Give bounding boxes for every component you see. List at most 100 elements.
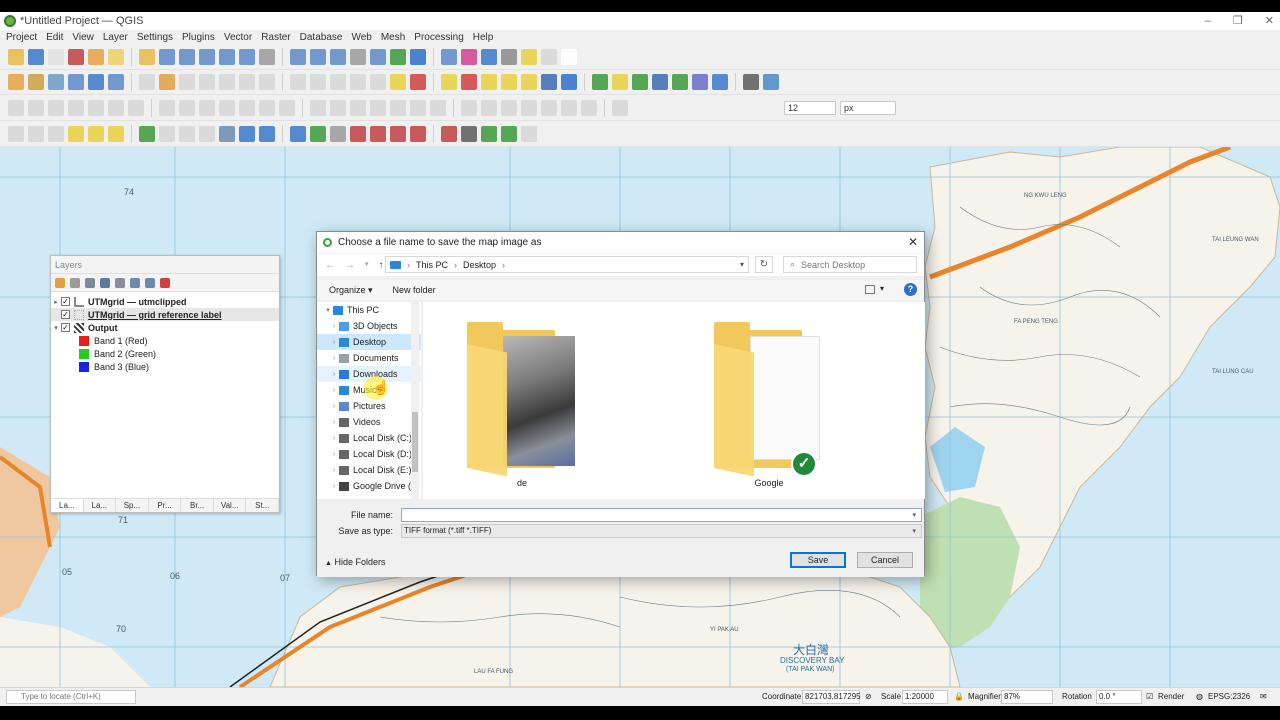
chevron-right-icon[interactable]: › [329,419,339,426]
toolbar-tool-icon[interactable] [350,49,366,65]
chevron-down-icon[interactable]: ▾ [365,260,369,271]
toolbar-tool-icon[interactable] [390,126,406,142]
toolbar-tool-icon[interactable] [8,74,24,90]
tab-validation[interactable]: Val... [214,499,247,512]
breadcrumb-this-pc[interactable]: This PC [416,260,448,270]
toolbar-tool-icon[interactable] [108,100,124,116]
remove-layer-icon[interactable] [160,277,170,288]
address-dropdown-icon[interactable]: ▾ [740,260,744,269]
toolbar-tool-icon[interactable] [48,74,64,90]
tab-statistics[interactable]: St... [246,499,280,512]
toolbar-tool-icon[interactable] [28,49,44,65]
toolbar-tool-icon[interactable] [330,100,346,116]
toolbar-tool-icon[interactable] [350,126,366,142]
lock-scale-icon[interactable]: ⊘ [865,692,872,701]
coordinate-field[interactable]: 821703,817295 [802,690,861,704]
toolbar-tool-icon[interactable] [259,49,275,65]
toolbar-tool-icon[interactable] [68,100,84,116]
toolbar-tool-icon[interactable] [159,100,175,116]
toolbar-tool-icon[interactable] [441,49,457,65]
toolbar-tool-icon[interactable] [370,74,386,90]
tab-browser[interactable]: Br... [181,499,214,512]
toolbar-tool-icon[interactable] [370,49,386,65]
toolbar-tool-icon[interactable] [128,100,144,116]
nav-item-documents[interactable]: › Documents [317,350,421,366]
filter-legend-icon[interactable] [100,277,110,288]
toolbar-tool-icon[interactable] [521,100,537,116]
nav-item-disk[interactable]: › Local Disk (E:) [317,462,421,478]
toolbar-tool-icon[interactable] [370,126,386,142]
toolbar-tool-icon[interactable] [612,74,628,90]
toolbar-tool-icon[interactable] [461,74,477,90]
toolbar-tool-icon[interactable] [159,74,175,90]
toolbar-tool-icon[interactable] [461,49,477,65]
toolbar-tool-icon[interactable] [239,49,255,65]
filter-expression-icon[interactable] [115,277,125,288]
chevron-down-icon[interactable]: ▾ [912,527,916,535]
toolbar-tool-icon[interactable] [330,126,346,142]
manage-map-themes-icon[interactable] [85,277,95,288]
toolbar-tool-icon[interactable] [259,126,275,142]
toolbar-tool-icon[interactable] [179,49,195,65]
tab-layer-styling[interactable]: La... [84,499,117,512]
toolbar-tool-icon[interactable] [592,74,608,90]
save-type-select[interactable]: TIFF format (*.tiff *.TIFF) [401,524,922,538]
toolbar-tool-icon[interactable] [199,49,215,65]
chevron-right-icon[interactable]: › [329,403,339,410]
toolbar-tool-icon[interactable] [199,100,215,116]
toolbar-tool-icon[interactable] [199,74,215,90]
render-checkbox[interactable]: ☑ [1146,692,1153,701]
toolbar-tool-icon[interactable] [410,126,426,142]
toolbar-tool-icon[interactable] [88,126,104,142]
toolbar-tool-icon[interactable] [652,74,668,90]
toolbar-tool-icon[interactable] [501,100,517,116]
nav-item-pc[interactable]: ▾ This PC [317,302,421,318]
toolbar-tool-icon[interactable] [581,100,597,116]
chevron-right-icon[interactable]: › [329,451,339,458]
layer-visibility-checkbox[interactable]: ✓ [61,297,70,306]
file-name-input[interactable] [401,508,922,522]
toolbar-tool-icon[interactable] [410,49,426,65]
menu-plugins[interactable]: Plugins [182,32,215,43]
up-arrow-icon[interactable]: ↑ [379,260,384,271]
hide-folders-button[interactable]: ▲ Hide Folders [325,557,385,567]
menu-vector[interactable]: Vector [224,32,252,43]
scale-field[interactable]: 1:20000 [902,690,948,704]
toolbar-tool-icon[interactable] [159,126,175,142]
layer-visibility-checkbox[interactable]: ✓ [61,310,70,319]
messages-icon[interactable]: ✉ [1260,692,1267,701]
toolbar-tool-icon[interactable] [310,49,326,65]
toolbar-tool-icon[interactable] [219,126,235,142]
lock-icon[interactable]: 🔒 [954,692,964,701]
chevron-down-icon[interactable]: ▾ [912,511,916,519]
organize-button[interactable]: Organize ▾ [329,285,373,296]
view-options-icon[interactable] [865,285,875,294]
open-styling-icon[interactable] [55,277,65,288]
toolbar-tool-icon[interactable] [239,100,255,116]
forward-arrow-icon[interactable]: → [345,260,355,271]
collapse-arrow-icon[interactable]: ▾ [51,324,61,332]
toolbar-tool-icon[interactable] [88,100,104,116]
chevron-right-icon[interactable]: › [329,435,339,442]
toolbar-tool-icon[interactable] [672,74,688,90]
nav-item-videos[interactable]: › Videos [317,414,421,430]
toolbar-tool-icon[interactable] [139,74,155,90]
scrollbar-thumb[interactable] [412,412,418,472]
search-box[interactable]: ⌕ Search Desktop [783,256,917,273]
chevron-right-icon[interactable]: › [329,323,339,330]
toolbar-tool-icon[interactable] [390,49,406,65]
close-window-button[interactable]: ✕ [1265,12,1274,30]
chevron-right-icon[interactable]: › [329,355,339,362]
chevron-down-icon[interactable]: ▾ [323,306,333,314]
menu-raster[interactable]: Raster [261,32,290,43]
expand-all-icon[interactable] [130,277,140,288]
breadcrumb-desktop[interactable]: Desktop [463,260,496,270]
menu-layer[interactable]: Layer [103,32,128,43]
toolbar-tool-icon[interactable] [239,74,255,90]
chevron-right-icon[interactable]: › [329,339,339,346]
toolbar-tool-icon[interactable] [561,100,577,116]
toolbar-tool-icon[interactable] [259,74,275,90]
toolbar-tool-icon[interactable] [259,100,275,116]
toolbar-tool-icon[interactable] [199,126,215,142]
navigation-scrollbar[interactable] [411,302,419,499]
